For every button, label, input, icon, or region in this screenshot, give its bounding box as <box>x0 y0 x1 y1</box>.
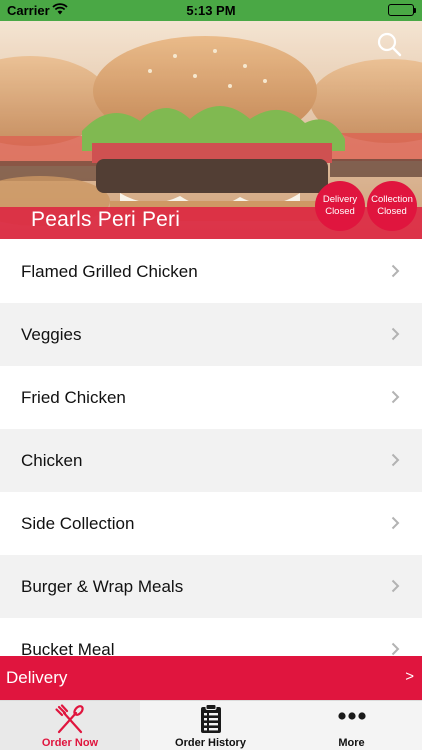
menu-item-label: Chicken <box>21 450 83 470</box>
menu-item-label: Veggies <box>21 324 82 344</box>
menu-item-chicken[interactable]: Chicken <box>0 429 422 492</box>
chevron-right-icon <box>391 453 400 467</box>
menu-item-label: Flamed Grilled Chicken <box>21 261 198 281</box>
chevron-right-icon <box>391 642 400 656</box>
delivery-mode-label: Delivery <box>6 668 68 687</box>
hero-banner: Pearls Peri Peri Delivery Closed Collect… <box>0 21 422 239</box>
battery-icon <box>388 4 416 16</box>
menu-item-label: Side Collection <box>21 513 135 533</box>
status-bar: Carrier 5:13 PM <box>0 0 422 21</box>
badge-line: Closed <box>325 206 355 217</box>
badge-line: Collection <box>371 194 413 205</box>
tab-label: Order Now <box>41 737 99 749</box>
chevron-right-icon <box>391 327 400 341</box>
delivery-mode-bar[interactable]: Delivery > <box>0 656 422 700</box>
fork-knife-icon <box>53 704 87 739</box>
tab-label: More <box>338 737 365 749</box>
chevron-right-icon <box>391 579 400 593</box>
menu-category-list: Flamed Grilled Chicken Veggies Fried Chi… <box>0 240 422 656</box>
tab-more[interactable]: More <box>281 701 422 750</box>
menu-item-label: Fried Chicken <box>21 387 126 407</box>
order-list-icon <box>200 704 222 737</box>
collection-status-badge: Collection Closed <box>367 181 417 231</box>
more-dots-icon <box>337 711 366 724</box>
search-icon[interactable] <box>376 31 402 57</box>
menu-item-flamed-grilled-chicken[interactable]: Flamed Grilled Chicken <box>0 240 422 303</box>
menu-item-label: Burger & Wrap Meals <box>21 576 184 596</box>
tab-bar: Order Now Order History More <box>0 700 422 750</box>
chevron-right-icon <box>391 264 400 278</box>
tab-label: Order History <box>175 737 246 749</box>
chevron-right-icon <box>391 516 400 530</box>
menu-item-veggies[interactable]: Veggies <box>0 303 422 366</box>
store-name: Pearls Peri Peri <box>31 208 181 231</box>
tab-order-history[interactable]: Order History <box>140 701 281 750</box>
chevron-right-icon <box>391 390 400 404</box>
menu-item-bucket-meal[interactable]: Bucket Meal <box>0 618 422 656</box>
menu-item-side-collection[interactable]: Side Collection <box>0 492 422 555</box>
clock: 5:13 PM <box>186 3 236 18</box>
badge-line: Delivery <box>322 194 358 205</box>
menu-item-fried-chicken[interactable]: Fried Chicken <box>0 366 422 429</box>
delivery-status-badge: Delivery Closed <box>315 181 365 231</box>
tab-order-now[interactable]: Order Now <box>0 701 140 750</box>
badge-line: Closed <box>377 206 407 217</box>
menu-item-burger-wrap-meals[interactable]: Burger & Wrap Meals <box>0 555 422 618</box>
menu-item-label: Bucket Meal <box>21 639 115 657</box>
delivery-mode-arrow: > <box>405 668 414 685</box>
